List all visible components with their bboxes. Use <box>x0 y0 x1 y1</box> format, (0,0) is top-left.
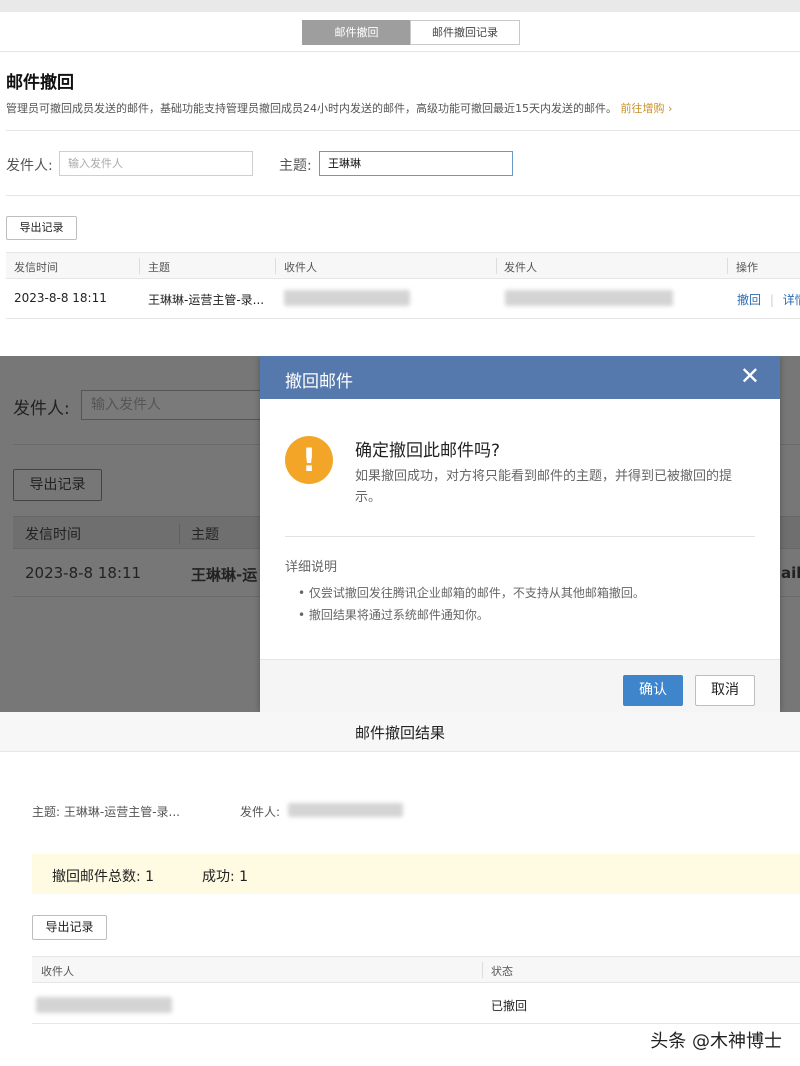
subject-input[interactable]: 王琳琳 <box>319 151 513 176</box>
column-divider <box>482 962 483 978</box>
recall-list-panel: 邮件撤回 邮件撤回记录 邮件撤回 管理员可撤回成员发送的邮件，基础功能支持管理员… <box>0 0 800 356</box>
tab-recall[interactable]: 邮件撤回 <box>302 20 411 45</box>
column-header-status: 状态 <box>491 965 513 978</box>
divider <box>0 51 800 52</box>
description-text: 管理员可撤回成员发送的邮件，基础功能支持管理员撤回成员24小时内发送的邮件，高级… <box>6 102 617 115</box>
result-sender-redacted <box>288 803 403 817</box>
row-status: 已撤回 <box>491 999 528 1013</box>
dialog-title: 撤回邮件 <box>285 372 353 392</box>
upgrade-link[interactable]: 前往增购 <box>621 102 665 115</box>
bg-sender-label: 发件人: <box>13 399 70 419</box>
watermark: 头条 @木神博士 <box>650 1031 782 1052</box>
divider <box>6 130 800 131</box>
total-count: 撤回邮件总数: 1 <box>52 869 155 885</box>
bg-column-divider <box>179 524 180 544</box>
subject-label: 主题: <box>279 158 312 174</box>
bg-column-time: 发信时间 <box>25 527 81 543</box>
row-subject: 王琳琳-运营主管-录... <box>148 293 265 307</box>
column-header-time: 发信时间 <box>14 261 58 274</box>
row-divider <box>6 318 800 319</box>
bg-column-subject: 主题 <box>191 527 219 543</box>
column-header-sender: 发件人 <box>504 261 537 274</box>
dialog-header: 撤回邮件 ✕ <box>260 356 780 399</box>
result-recipient-redacted <box>36 997 172 1013</box>
confirm-button[interactable]: 确认 <box>623 675 683 706</box>
sender-input[interactable]: 输入发件人 <box>59 151 253 176</box>
page-description: 管理员可撤回成员发送的邮件，基础功能支持管理员撤回成员24小时内发送的邮件，高级… <box>6 100 672 116</box>
action-separator: | <box>769 293 774 307</box>
bg-row-tail: ail. <box>781 564 800 582</box>
tab-recall-records[interactable]: 邮件撤回记录 <box>410 20 520 45</box>
chevron-right-icon: › <box>668 102 673 115</box>
detail-bullet: • 撤回结果将通过系统邮件通知你。 <box>298 608 489 622</box>
result-subject: 主题: 王琳琳-运营主管-录... <box>32 805 180 819</box>
bg-sender-input: 输入发件人 <box>81 390 261 420</box>
dialog-footer: 确认 取消 <box>260 659 780 712</box>
result-header-bar: 邮件撤回结果 <box>0 712 800 752</box>
row-divider <box>32 1023 800 1024</box>
export-records-button[interactable]: 导出记录 <box>6 216 77 240</box>
bg-row-subject: 王琳琳-运 <box>191 566 258 584</box>
detail-link[interactable]: 详情 <box>783 293 800 307</box>
divider <box>6 195 800 196</box>
recall-result-panel: 邮件撤回结果 主题: 王琳琳-运营主管-录... 发件人: 撤回邮件总数: 1 … <box>0 712 800 1066</box>
warning-icon: ! <box>285 436 333 484</box>
column-divider <box>496 258 497 274</box>
column-header-recipient: 收件人 <box>41 965 74 978</box>
top-strip <box>0 0 800 12</box>
column-header-subject: 主题 <box>148 261 170 274</box>
success-count: 成功: 1 <box>202 869 249 885</box>
result-sender-label: 发件人: <box>240 805 281 819</box>
dialog-question-desc: 如果撤回成功，对方将只能看到邮件的主题，并得到已被撤回的提示。 <box>355 469 733 505</box>
sender-label: 发件人: <box>6 158 53 174</box>
table-header: 发信时间 主题 收件人 发件人 操作 <box>6 252 800 279</box>
sender-redacted <box>505 290 673 306</box>
result-summary: 撤回邮件总数: 1 成功: 1 <box>32 854 800 894</box>
dialog-divider <box>285 536 755 537</box>
recipient-redacted <box>284 290 410 306</box>
recall-link[interactable]: 撤回 <box>737 293 761 307</box>
result-title: 邮件撤回结果 <box>354 724 445 742</box>
export-records-button[interactable]: 导出记录 <box>32 915 107 940</box>
page-title: 邮件撤回 <box>6 73 74 93</box>
column-header-action: 操作 <box>736 261 758 274</box>
dialog-question: 确定撤回此邮件吗? <box>355 441 501 461</box>
detail-title: 详细说明 <box>285 560 338 575</box>
cancel-button[interactable]: 取消 <box>695 675 755 706</box>
result-table-header: 收件人 状态 <box>32 956 800 983</box>
column-header-recipient: 收件人 <box>284 261 317 274</box>
column-divider <box>727 258 728 274</box>
close-icon[interactable]: ✕ <box>740 362 760 390</box>
row-time: 2023-8-8 18:11 <box>14 291 107 305</box>
bg-row-time: 2023-8-8 18:11 <box>25 564 142 582</box>
detail-bullet: • 仅尝试撤回发往腾讯企业邮箱的邮件，不支持从其他邮箱撤回。 <box>298 586 645 600</box>
recall-confirm-dialog: 撤回邮件 ✕ ! 确定撤回此邮件吗? 如果撤回成功，对方将只能看到邮件的主题，并… <box>260 356 780 712</box>
row-actions: 撤回 | 详情 <box>737 291 800 308</box>
column-divider <box>275 258 276 274</box>
modal-overlay: 发件人: 输入发件人 导出记录 发信时间 主题 2023-8-8 18:11 王… <box>0 356 800 712</box>
bg-export-button: 导出记录 <box>13 469 102 501</box>
column-divider <box>139 258 140 274</box>
